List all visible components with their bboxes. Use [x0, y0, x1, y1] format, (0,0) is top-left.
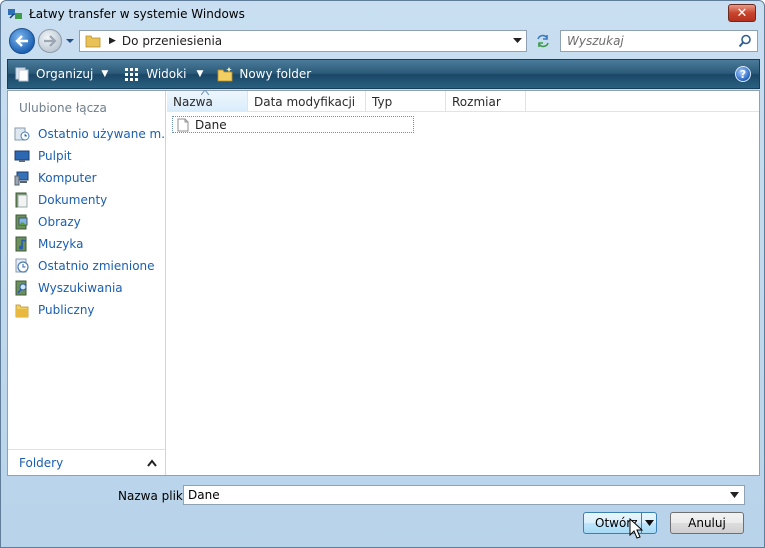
help-icon: ? [739, 67, 747, 81]
content-area: Ulubione łącza Ostatnio używane m... Pul… [7, 90, 760, 476]
column-header-size[interactable]: Rozmiar [446, 91, 526, 112]
dialog-window: Łatwy transfer w systemie Windows ✕ ▶ Do… [0, 0, 765, 548]
cancel-button[interactable]: Anuluj [670, 512, 744, 534]
search-input[interactable] [567, 34, 737, 48]
folders-label: Foldery [19, 455, 64, 470]
filename-input[interactable] [188, 488, 718, 502]
search-icon[interactable] [738, 34, 752, 48]
file-icon [177, 118, 189, 131]
new-folder-button[interactable]: Nowy folder [211, 60, 317, 88]
title-bar[interactable]: Łatwy transfer w systemie Windows ✕ [1, 1, 764, 27]
sidebar-item-recent-places[interactable]: Ostatnio używane m... [8, 123, 166, 145]
chevron-up-icon [147, 458, 157, 467]
refresh-button[interactable] [531, 30, 555, 52]
arrow-left-icon [15, 35, 28, 47]
mouse-cursor-icon [629, 518, 643, 539]
sidebar-item-documents[interactable]: Dokumenty [8, 189, 166, 211]
searches-icon [15, 280, 27, 296]
recent-places-icon [14, 127, 30, 141]
address-dropdown-icon[interactable] [513, 37, 522, 45]
views-label: Widoki [146, 67, 187, 81]
breadcrumb-current-folder[interactable]: Do przeniesienia [122, 34, 222, 48]
views-button[interactable]: Widoki [118, 60, 192, 88]
folders-toggle[interactable]: Foldery [8, 449, 165, 475]
sidebar-item-pictures[interactable]: Obrazy [8, 211, 166, 233]
file-list: Nazwa Data modyfikacji Typ Rozmiar Dane [167, 90, 759, 475]
column-header-name[interactable]: Nazwa [167, 90, 248, 112]
computer-icon [14, 171, 29, 186]
sidebar-item-music[interactable]: Muzyka [8, 233, 166, 255]
favorites-heading: Ulubione łącza [19, 101, 107, 115]
new-folder-label: Nowy folder [239, 67, 312, 81]
sidebar-item-searches[interactable]: Wyszukiwania [8, 277, 166, 299]
dialog-footer: Nazwa pliku: Otwórz Anuluj [1, 477, 764, 547]
command-toolbar: Organizuj ▼ Widoki ▼ Nowy folder ? [7, 59, 760, 89]
help-button[interactable]: ? [735, 66, 751, 82]
file-name: Dane [195, 117, 227, 132]
views-icon [125, 68, 139, 81]
breadcrumb-arrow-icon[interactable]: ▶ [109, 36, 116, 46]
history-dropdown-icon[interactable] [65, 36, 75, 46]
chevron-down-icon[interactable] [730, 492, 739, 499]
organize-icon [15, 67, 29, 82]
sort-ascending-icon [201, 90, 209, 95]
sidebar-item-recently-changed[interactable]: Ostatnio zmienione [8, 255, 166, 277]
favorites-list: Ostatnio używane m... Pulpit Komputer Do… [8, 123, 166, 321]
filename-combobox[interactable] [183, 485, 745, 505]
window-title: Łatwy transfer w systemie Windows [29, 7, 245, 21]
sidebar-item-public[interactable]: Publiczny [8, 299, 166, 321]
address-bar[interactable]: ▶ Do przeniesienia [79, 30, 527, 52]
chevron-down-icon: ▼ [196, 69, 204, 79]
navigation-pane: Ulubione łącza Ostatnio używane m... Pul… [8, 91, 166, 475]
music-icon [15, 236, 27, 252]
forward-button[interactable] [38, 29, 62, 53]
navigation-bar: ▶ Do przeniesienia [7, 27, 760, 55]
folder-icon [85, 35, 101, 48]
public-folder-icon [15, 304, 29, 318]
column-header-date-modified[interactable]: Data modyfikacji [248, 91, 366, 112]
easy-transfer-icon [8, 9, 22, 19]
back-button[interactable] [9, 28, 35, 54]
cancel-label: Anuluj [688, 516, 726, 530]
chevron-down-icon: ▼ [101, 69, 109, 79]
column-headers: Nazwa Data modyfikacji Typ Rozmiar [167, 90, 759, 112]
sidebar-item-desktop[interactable]: Pulpit [8, 145, 166, 167]
organize-button[interactable]: Organizuj ▼ [8, 60, 114, 88]
close-button[interactable]: ✕ [728, 4, 756, 22]
search-box[interactable] [560, 30, 758, 52]
open-button[interactable]: Otwórz [583, 512, 657, 534]
column-header-type[interactable]: Typ [366, 91, 446, 112]
file-row[interactable]: Dane [172, 116, 414, 133]
new-folder-icon [217, 67, 233, 82]
desktop-icon [14, 150, 30, 162]
refresh-icon [537, 34, 549, 48]
pictures-icon [15, 214, 28, 230]
arrow-right-icon [44, 35, 57, 47]
sidebar-item-computer[interactable]: Komputer [8, 167, 166, 189]
documents-icon [15, 192, 28, 208]
views-dropdown-button[interactable]: ▼ [192, 60, 207, 88]
open-options-dropdown-icon[interactable] [645, 519, 654, 527]
recently-changed-icon [15, 258, 29, 273]
close-icon: ✕ [736, 5, 748, 21]
organize-label: Organizuj [36, 67, 94, 81]
